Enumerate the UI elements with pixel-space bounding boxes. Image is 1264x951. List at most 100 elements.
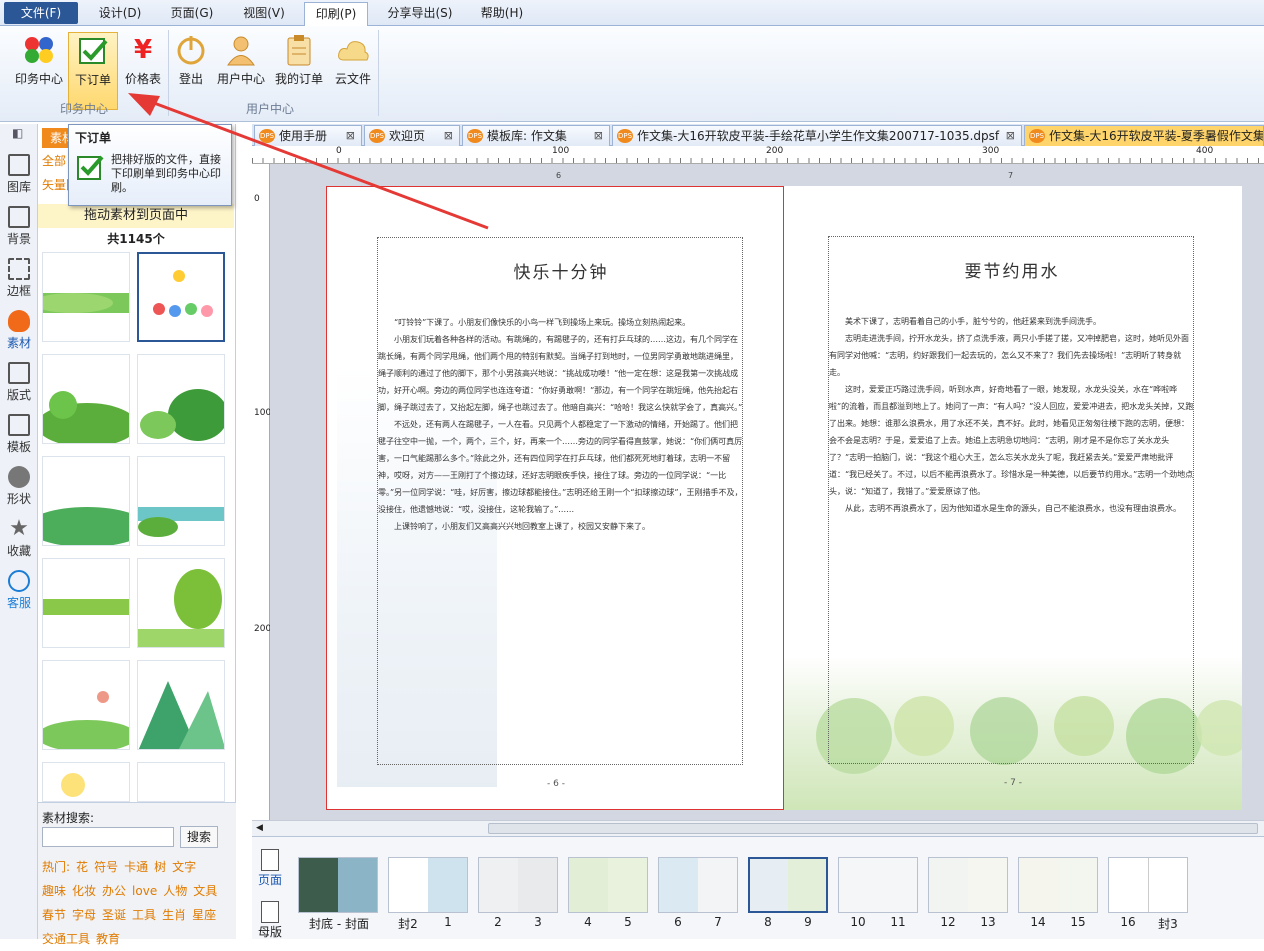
price-list-button[interactable]: ¥ 价格表 — [118, 32, 168, 110]
close-icon[interactable]: ⊠ — [346, 126, 355, 146]
tag-link[interactable]: 人物 — [163, 884, 187, 898]
cloud-files-button[interactable]: 云文件 — [328, 32, 378, 110]
side-tab-master[interactable]: 母版 — [256, 901, 284, 940]
collapse-icon[interactable]: ◧ — [12, 126, 23, 140]
page-thumb[interactable] — [838, 857, 918, 913]
material-thumb[interactable] — [42, 252, 130, 342]
tab-layout[interactable]: 版式 — [0, 356, 38, 408]
scroll-thumb[interactable] — [488, 823, 1258, 834]
my-orders-button[interactable]: 我的订单 — [272, 32, 326, 110]
tab-border[interactable]: 边框 — [0, 252, 38, 304]
menu-design[interactable]: 设计(D) — [92, 2, 148, 24]
menu-help[interactable]: 帮助(H) — [474, 2, 530, 24]
tag-link[interactable]: 趣味 — [42, 884, 66, 898]
material-thumb[interactable] — [42, 762, 130, 802]
material-thumb[interactable] — [137, 660, 225, 750]
tag-link[interactable]: 字母 — [72, 908, 96, 922]
text-frame[interactable]: 快乐十分钟 “叮铃铃”下课了。小朋友们像快乐的小鸟一样飞到操场上来玩。操场立刻热… — [377, 237, 743, 765]
material-thumb[interactable] — [137, 762, 225, 802]
scroll-left-icon[interactable]: ◀ — [256, 823, 263, 833]
doc-tab-active[interactable]: DPS 作文集-大16开软皮平装-夏季暑假作文集 — [1024, 125, 1264, 146]
doc-tab-label: 使用手册 — [279, 129, 328, 143]
tag-link[interactable]: 花 — [76, 860, 88, 874]
doc-tab[interactable]: DPS 作文集-大16开软皮平装-手绘花草小学生作文集200717-1035.dp… — [612, 125, 1022, 146]
page-thumb[interactable] — [388, 857, 468, 913]
page-thumb-cover[interactable] — [298, 857, 378, 913]
tag-link[interactable]: 树 — [154, 860, 166, 874]
tag-link[interactable]: 办公 — [102, 884, 126, 898]
material-thumb[interactable] — [137, 558, 225, 648]
flower-icon — [8, 310, 30, 332]
tag-link[interactable]: 化妆 — [72, 884, 96, 898]
material-thumb[interactable] — [137, 252, 225, 342]
material-thumb[interactable] — [42, 660, 130, 750]
page-thumb[interactable] — [928, 857, 1008, 913]
material-thumb[interactable] — [137, 456, 225, 546]
group-user-label: 用户中心 — [246, 102, 295, 116]
user-center-label: 用户中心 — [216, 72, 265, 86]
close-icon[interactable]: ⊠ — [594, 126, 603, 146]
page-thumb[interactable] — [1108, 857, 1188, 913]
search-button[interactable]: 搜索 — [180, 826, 218, 848]
dps-icon: DPS — [617, 129, 633, 143]
ruler-ticks — [252, 158, 1264, 163]
tab-label: 收藏 — [6, 544, 31, 558]
print-center-button[interactable]: 印务中心 — [14, 32, 64, 110]
page-thumb-label: 9 — [804, 915, 812, 929]
page-thumb[interactable] — [478, 857, 558, 913]
material-thumb[interactable] — [42, 354, 130, 444]
paragraph: 志明走进洗手间，拧开水龙头，挤了点洗手液，两只小手搓了搓，又冲掉肥皂，这时，她听… — [829, 334, 1189, 377]
page-mark: 7 — [1008, 171, 1014, 180]
tag-link[interactable]: love — [132, 884, 157, 898]
panel-scrollbar[interactable] — [236, 124, 250, 939]
menu-page[interactable]: 页面(G) — [164, 2, 220, 24]
page-thumb[interactable] — [658, 857, 738, 913]
filter-all[interactable]: 全部 — [42, 152, 66, 169]
doc-tab[interactable]: DPS 模板库: 作文集 ⊠ — [462, 125, 610, 146]
tab-gallery[interactable]: 图库 — [0, 148, 38, 200]
menu-file[interactable]: 文件(F) — [4, 2, 78, 24]
page-thumb-selected[interactable] — [748, 857, 828, 913]
menu-print[interactable]: 印刷(P) — [304, 2, 368, 27]
tag-link[interactable]: 教育 — [96, 932, 120, 946]
close-icon[interactable]: ⊠ — [444, 126, 453, 146]
page-thumb[interactable] — [568, 857, 648, 913]
material-thumb[interactable] — [42, 456, 130, 546]
tag-link[interactable]: 生肖 — [162, 908, 186, 922]
tag-link[interactable]: 春节 — [42, 908, 66, 922]
search-input[interactable] — [42, 827, 174, 847]
tab-material[interactable]: 素材 — [0, 304, 38, 356]
tag-link[interactable]: 工具 — [132, 908, 156, 922]
tab-favorites[interactable]: ★ 收藏 — [0, 512, 38, 564]
text-frame[interactable]: 要节约用水 美术下课了，志明看着自己的小手，脏兮兮的，他赶紧来到洗手间洗手。 志… — [828, 236, 1194, 764]
logout-button[interactable]: 登出 — [166, 32, 216, 110]
material-thumb[interactable] — [137, 354, 225, 444]
tag-link[interactable]: 文具 — [193, 884, 217, 898]
right-page[interactable]: 要节约用水 美术下课了，志明看着自己的小手，脏兮兮的，他赶紧来到洗手间洗手。 志… — [784, 186, 1252, 810]
user-center-button[interactable]: 用户中心 — [214, 32, 268, 110]
doc-tab[interactable]: DPS 欢迎页 ⊠ — [364, 125, 460, 146]
place-order-button[interactable]: 下订单 — [68, 32, 118, 110]
menu-share[interactable]: 分享导出(S) — [380, 2, 460, 24]
material-thumb[interactable] — [42, 558, 130, 648]
close-icon[interactable]: ⊠ — [1006, 126, 1015, 146]
tab-label: 边框 — [6, 284, 31, 298]
doc-tab[interactable]: DPS 使用手册 ⊠ — [254, 125, 362, 146]
tag-link[interactable]: 交通工具 — [42, 932, 90, 946]
tab-service[interactable]: 客服 — [0, 564, 38, 616]
tag-link[interactable]: 星座 — [192, 908, 216, 922]
page-thumb-label: 7 — [714, 915, 722, 929]
page-thumb[interactable] — [1018, 857, 1098, 913]
side-tab-page[interactable]: 页面 — [256, 849, 284, 888]
tag-link[interactable]: 文字 — [172, 860, 196, 874]
horizontal-scrollbar[interactable]: ◀ — [252, 820, 1264, 836]
tag-link[interactable]: 卡通 — [124, 860, 148, 874]
tag-link[interactable]: 圣诞 — [102, 908, 126, 922]
left-page[interactable]: 快乐十分钟 “叮铃铃”下课了。小朋友们像快乐的小鸟一样飞到操场上来玩。操场立刻热… — [326, 186, 784, 810]
tab-background[interactable]: 背景 — [0, 200, 38, 252]
cloud-icon — [336, 34, 370, 66]
menu-view[interactable]: 视图(V) — [236, 2, 292, 24]
tab-template[interactable]: 模板 — [0, 408, 38, 460]
tab-shape[interactable]: 形状 — [0, 460, 38, 512]
tag-link[interactable]: 符号 — [94, 860, 118, 874]
